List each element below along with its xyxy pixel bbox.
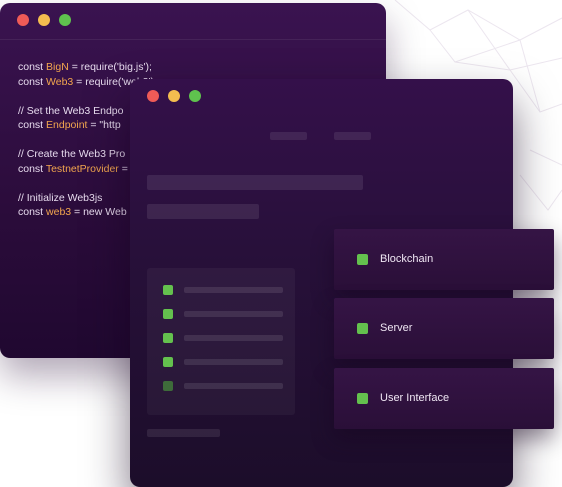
code-comment: // Create the Web3 Pro	[18, 148, 126, 160]
checkbox-icon	[357, 323, 368, 334]
code-keyword: const	[18, 162, 46, 175]
checkbox-icon	[357, 254, 368, 265]
checkbox-icon	[163, 285, 173, 295]
checklist-panel	[147, 268, 295, 415]
heading-placeholder	[147, 175, 363, 190]
code-keyword: const	[18, 206, 47, 218]
checkbox-icon	[163, 333, 173, 343]
text-placeholder	[184, 287, 283, 293]
layer-card-blockchain: Blockchain	[334, 229, 554, 290]
maximize-dot-icon[interactable]	[59, 14, 71, 26]
text-placeholder	[184, 311, 283, 317]
checkbox-icon	[163, 309, 173, 319]
layer-card-user-interface: User Interface	[334, 368, 554, 429]
layer-label-user-interface: User Interface	[380, 392, 450, 404]
close-dot-icon[interactable]	[147, 90, 159, 102]
footer-placeholder	[147, 429, 220, 437]
minimize-dot-icon[interactable]	[38, 14, 50, 26]
code-keyword: const	[18, 61, 47, 73]
code-comment: // Set the Web3 Endpo	[18, 104, 124, 117]
minimize-dot-icon[interactable]	[168, 90, 180, 102]
code-keyword: const	[18, 119, 47, 131]
illustration-stage: const BigN = require('big.js'); const Web…	[0, 0, 562, 487]
text-placeholder	[184, 359, 283, 365]
code-identifier: Web3	[46, 75, 74, 88]
preview-window-title-bar	[130, 79, 513, 115]
layer-label-blockchain: Blockchain	[380, 253, 434, 265]
checkbox-icon	[357, 393, 368, 404]
text-placeholder	[184, 383, 283, 389]
code-identifier: Endpoint	[46, 119, 88, 131]
code-line: const BigN = require('big.js');	[18, 60, 157, 75]
code-expression: = require('big.js');	[68, 61, 152, 73]
code-keyword: const	[18, 75, 47, 88]
code-comment: // Initialize Web3js	[18, 191, 103, 204]
code-identifier: TestnetProvider	[45, 162, 119, 175]
subheading-placeholder	[147, 204, 259, 219]
nav-placeholder-1	[270, 132, 307, 140]
text-placeholder	[184, 335, 283, 341]
maximize-dot-icon[interactable]	[189, 90, 201, 102]
code-identifier: BigN	[46, 61, 69, 73]
code-expression: = "http	[87, 119, 121, 131]
code-expression: = new Web	[71, 206, 127, 218]
code-window-title-bar	[0, 3, 386, 40]
nav-placeholder-2	[334, 132, 371, 140]
code-expression: =	[118, 162, 128, 175]
checkbox-icon	[163, 381, 173, 391]
close-dot-icon[interactable]	[17, 14, 29, 26]
code-identifier: web3	[46, 206, 72, 218]
layer-label-server: Server	[380, 322, 413, 334]
checkbox-icon	[163, 357, 173, 367]
layer-card-server: Server	[334, 298, 554, 359]
